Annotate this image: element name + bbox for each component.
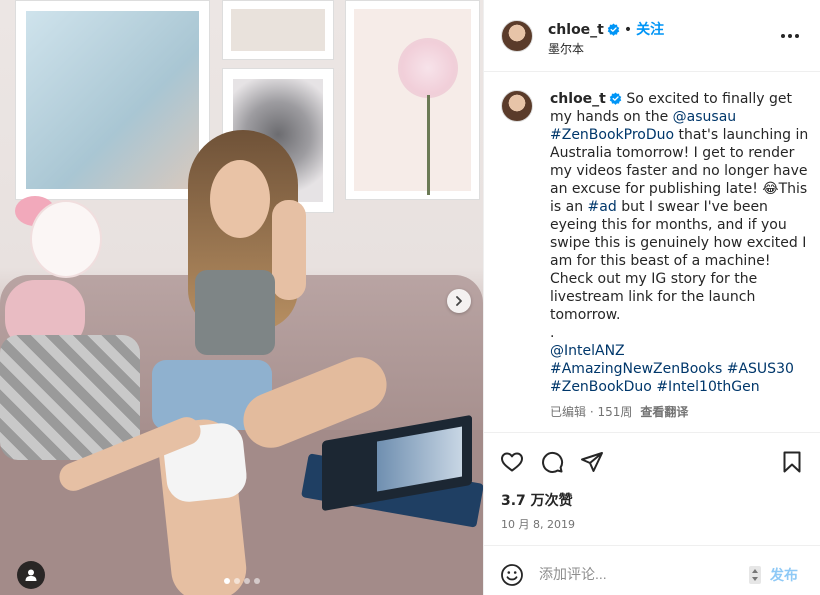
header-user-row: chloe_t • 关注 bbox=[548, 19, 664, 39]
carousel-indicator bbox=[224, 578, 260, 584]
post-location[interactable]: 墨尔本 bbox=[548, 40, 584, 57]
caption-dot-line: . bbox=[550, 325, 555, 341]
edited-time: 已编辑 · 151周 bbox=[550, 405, 633, 419]
verified-badge-icon bbox=[609, 92, 622, 105]
peony-flower bbox=[398, 38, 458, 98]
post-image[interactable] bbox=[0, 0, 483, 595]
caption-meta: 已编辑 · 151周 查看翻译 bbox=[550, 403, 688, 420]
bookmark-icon[interactable] bbox=[780, 450, 804, 474]
person-face bbox=[210, 160, 270, 238]
header-separator: • bbox=[623, 22, 633, 38]
up-down-arrows-icon bbox=[752, 569, 758, 581]
emoji-icon[interactable] bbox=[500, 563, 524, 587]
hashtag-link[interactable]: #ZenBookDuo bbox=[550, 379, 652, 395]
more-options-icon[interactable] bbox=[781, 28, 801, 44]
see-translation-button[interactable]: 查看翻译 bbox=[640, 405, 688, 419]
user-tag-icon bbox=[25, 569, 37, 581]
post-side-panel: chloe_t • 关注 墨尔本 chloe_t So excited to fi… bbox=[483, 0, 820, 595]
mention-link[interactable]: @asusau bbox=[673, 109, 737, 125]
hashtag-link[interactable]: #ad bbox=[588, 199, 617, 215]
comment-icon[interactable] bbox=[540, 450, 564, 474]
post-caption: chloe_t So excited to finally get my han… bbox=[550, 90, 812, 396]
post-header: chloe_t • 关注 墨尔本 bbox=[484, 0, 820, 72]
avatar[interactable] bbox=[501, 20, 533, 52]
mention-link[interactable]: @IntelANZ bbox=[550, 343, 625, 359]
follow-button[interactable]: 关注 bbox=[636, 22, 664, 38]
hashtag-link[interactable]: #Intel10thGen bbox=[656, 379, 759, 395]
verified-badge-icon bbox=[607, 23, 620, 36]
hashtag-link[interactable]: #ZenBookProDuo bbox=[550, 127, 674, 143]
heart-icon[interactable] bbox=[500, 450, 524, 474]
caption-text: but I swear I've been eyeing this for mo… bbox=[550, 199, 807, 323]
comments-section: chloe_t So excited to finally get my han… bbox=[484, 73, 820, 433]
tagged-users-button[interactable] bbox=[17, 561, 45, 589]
like-count[interactable]: 3.7 万次赞 bbox=[501, 490, 573, 510]
plush-toy bbox=[30, 200, 102, 278]
comment-input[interactable] bbox=[539, 562, 739, 586]
action-bar bbox=[484, 446, 820, 478]
share-icon[interactable] bbox=[580, 450, 604, 474]
chevron-right-icon bbox=[456, 296, 462, 306]
input-resize-arrows[interactable] bbox=[749, 566, 761, 584]
caption-username[interactable]: chloe_t bbox=[550, 91, 606, 107]
post-comment-button[interactable]: 发布 bbox=[770, 565, 798, 585]
next-slide-button[interactable] bbox=[447, 289, 471, 313]
peace-sign-arm bbox=[272, 200, 306, 300]
person-crop-top bbox=[195, 270, 275, 355]
post-date[interactable]: 10 月 8, 2019 bbox=[501, 516, 575, 532]
carousel-dot bbox=[244, 578, 250, 584]
wall-art-flower bbox=[345, 0, 480, 200]
header-username[interactable]: chloe_t bbox=[548, 22, 604, 38]
flower-stem bbox=[427, 95, 430, 195]
hashtag-link[interactable]: #AmazingNewZenBooks bbox=[550, 361, 722, 377]
wall-art-small bbox=[222, 0, 334, 60]
hashtag-link[interactable]: #ASUS30 bbox=[727, 361, 794, 377]
avatar[interactable] bbox=[501, 90, 533, 122]
add-comment-bar: 发布 bbox=[484, 545, 820, 595]
instagram-post-view: chloe_t • 关注 墨尔本 chloe_t So excited to fi… bbox=[0, 0, 820, 595]
carousel-dot bbox=[224, 578, 230, 584]
patterned-pillow bbox=[0, 335, 140, 460]
carousel-dot bbox=[234, 578, 240, 584]
carousel-dot bbox=[254, 578, 260, 584]
wall-art-palm bbox=[15, 0, 210, 200]
